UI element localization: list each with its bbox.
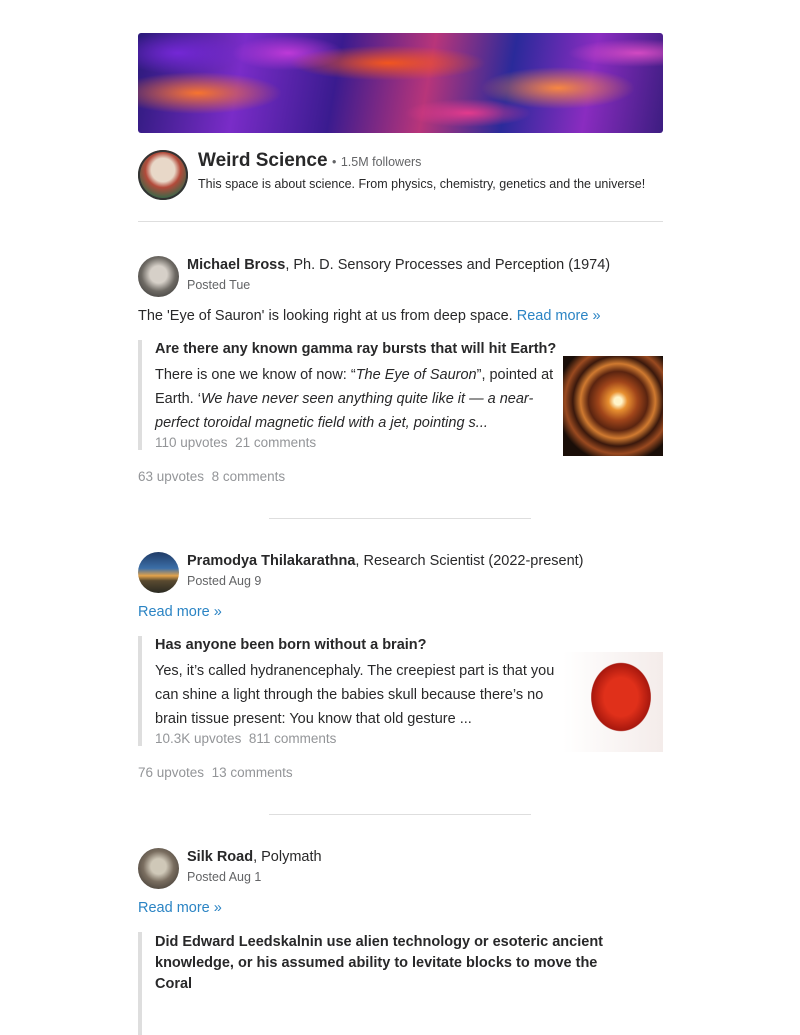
- post-divider: [269, 814, 531, 815]
- post-upvotes[interactable]: 76 upvotes: [138, 765, 204, 780]
- post-date[interactable]: Posted Aug 9: [187, 574, 261, 588]
- space-name[interactable]: Weird Science: [198, 150, 328, 171]
- author-line: Michael Bross, Ph. D. Sensory Processes …: [187, 257, 610, 273]
- author-line: Pramodya Thilakarathna, Research Scienti…: [187, 553, 584, 569]
- author-name[interactable]: Pramodya Thilakarathna: [187, 553, 355, 569]
- author-name[interactable]: Silk Road: [187, 849, 253, 865]
- separator-dot: •: [332, 155, 337, 169]
- post-lead: The 'Eye of Sauron' is looking right at …: [138, 306, 663, 326]
- shared-comments[interactable]: 21 comments: [235, 435, 316, 450]
- author-row: Michael Bross, Ph. D. Sensory Processes …: [138, 256, 663, 298]
- author-row: Silk Road, Polymath Posted Aug 1: [138, 848, 663, 890]
- post-comments[interactable]: 8 comments: [212, 469, 286, 484]
- post-date[interactable]: Posted Aug 1: [187, 870, 261, 884]
- excerpt-italic: The Eye of Sauron: [355, 367, 477, 383]
- post: Pramodya Thilakarathna, Research Scienti…: [138, 552, 663, 780]
- shared-answer[interactable]: Has anyone been born without a brain? Ye…: [138, 636, 663, 752]
- excerpt-italic: We have never seen anything quite like i…: [155, 391, 534, 431]
- post: Michael Bross, Ph. D. Sensory Processes …: [138, 256, 663, 484]
- read-more-link[interactable]: Read more »: [138, 604, 222, 620]
- shared-upvotes[interactable]: 110 upvotes: [155, 435, 228, 450]
- space-avatar[interactable]: [138, 150, 188, 200]
- shared-answer[interactable]: Did Edward Leedskalnin use alien technol…: [138, 932, 663, 1035]
- answer-thumbnail[interactable]: [563, 652, 663, 752]
- author-credential: , Research Scientist (2022-present): [355, 553, 584, 569]
- post-stats: 63 upvotes 8 comments: [138, 469, 663, 484]
- post: Silk Road, Polymath Posted Aug 1 Read mo…: [138, 848, 663, 1035]
- author-avatar[interactable]: [138, 848, 179, 889]
- author-name[interactable]: Michael Bross: [187, 257, 285, 273]
- post-lead-text: The 'Eye of Sauron' is looking right at …: [138, 308, 513, 324]
- author-line: Silk Road, Polymath: [187, 849, 322, 865]
- author-credential: , Polymath: [253, 849, 322, 865]
- shared-upvotes[interactable]: 10.3K upvotes: [155, 731, 241, 746]
- post-lead: Read more »: [138, 898, 663, 918]
- read-more-link[interactable]: Read more »: [517, 308, 601, 324]
- author-credential: , Ph. D. Sensory Processes and Perceptio…: [285, 257, 611, 273]
- shared-answer[interactable]: Are there any known gamma ray bursts tha…: [138, 340, 663, 456]
- post-lead: Read more »: [138, 602, 663, 622]
- post-divider: [269, 518, 531, 519]
- shared-answer-excerpt[interactable]: There is one we know of now: “The Eye of…: [155, 363, 555, 435]
- post-date[interactable]: Posted Tue: [187, 278, 250, 292]
- space-banner-image: [138, 33, 663, 133]
- post-comments[interactable]: 13 comments: [212, 765, 293, 780]
- answer-thumbnail[interactable]: [563, 356, 663, 456]
- space-description: This space is about science. From physic…: [198, 177, 646, 191]
- shared-comments[interactable]: 811 comments: [249, 731, 337, 746]
- space-title-row: Weird Science • 1.5M followers: [198, 150, 421, 172]
- space-feed: Weird Science • 1.5M followers This spac…: [138, 33, 663, 1035]
- author-avatar[interactable]: [138, 552, 179, 593]
- shared-question-title[interactable]: Did Edward Leedskalnin use alien technol…: [155, 932, 635, 995]
- post-upvotes[interactable]: 63 upvotes: [138, 469, 204, 484]
- shared-answer-excerpt[interactable]: Yes, it’s called hydranencephaly. The cr…: [155, 659, 555, 731]
- read-more-link[interactable]: Read more »: [138, 900, 222, 916]
- space-header: Weird Science • 1.5M followers This spac…: [138, 133, 663, 222]
- excerpt-text: There is one we know of now: “: [155, 367, 356, 383]
- space-followers[interactable]: 1.5M followers: [341, 155, 422, 169]
- author-avatar[interactable]: [138, 256, 179, 297]
- author-row: Pramodya Thilakarathna, Research Scienti…: [138, 552, 663, 594]
- post-stats: 76 upvotes 13 comments: [138, 765, 663, 780]
